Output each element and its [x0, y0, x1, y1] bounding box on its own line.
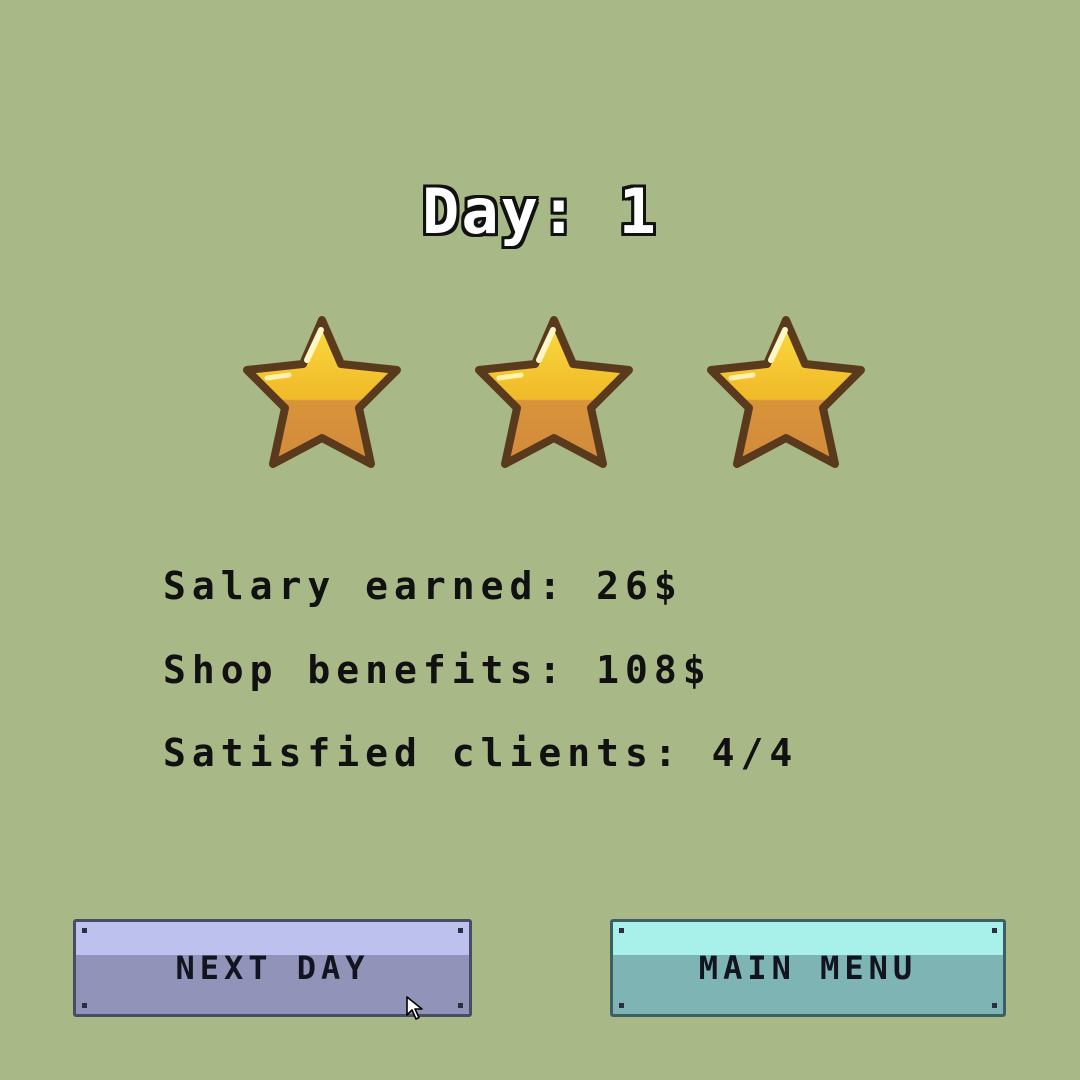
star-rating [0, 312, 1080, 482]
day-title: Day: 1 [0, 172, 1080, 252]
star-icon [237, 312, 407, 477]
main-menu-button[interactable]: MAIN MENU [610, 919, 1006, 1017]
mouse-pointer-icon [405, 995, 425, 1021]
star-icon [469, 312, 639, 477]
day-title-text: Day: 1 [422, 175, 658, 248]
shop-benefits-text: Shop benefits: 108$ [163, 648, 712, 692]
star-icon [701, 312, 871, 477]
salary-earned-text: Salary earned: 26$ [163, 564, 683, 608]
main-menu-label: MAIN MENU [698, 949, 918, 987]
next-day-label: NEXT DAY [175, 949, 370, 987]
satisfied-clients-text: Satisfied clients: 4/4 [163, 731, 799, 775]
